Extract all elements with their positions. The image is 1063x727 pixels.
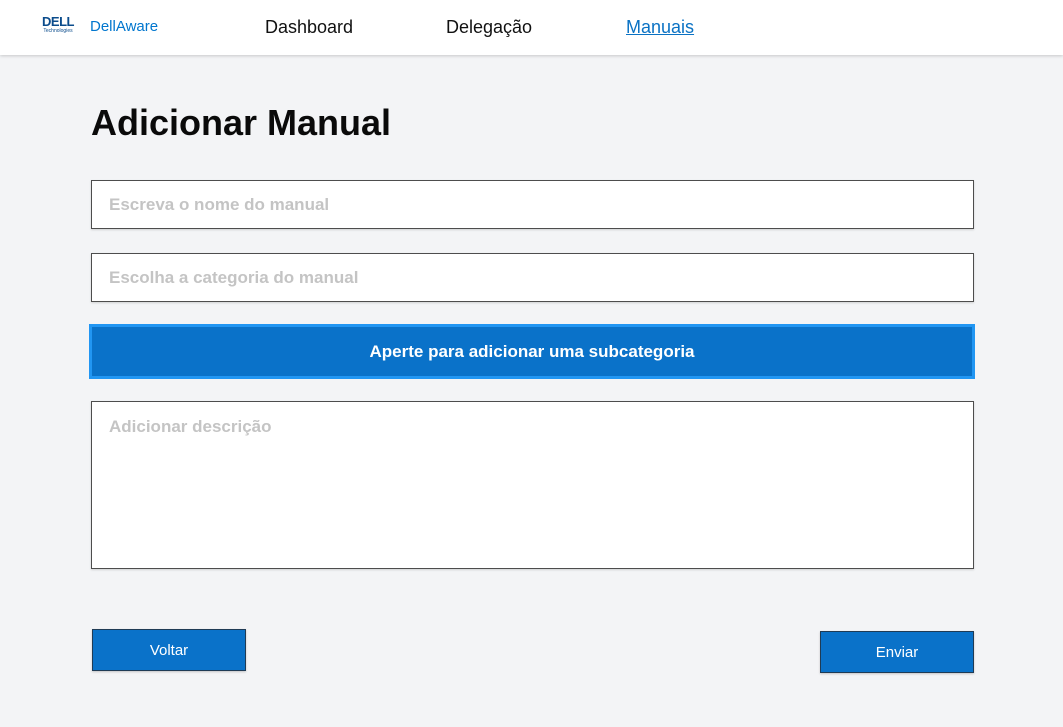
add-subcategory-button[interactable]: Aperte para adicionar uma subcategoria (89, 324, 975, 379)
back-button[interactable]: Voltar (92, 629, 246, 671)
page-title: Adicionar Manual (91, 102, 392, 143)
description-textarea[interactable] (91, 401, 974, 569)
manual-category-input[interactable] (91, 253, 974, 302)
nav-link-manuais[interactable]: Manuais (626, 17, 694, 38)
send-button[interactable]: Enviar (820, 631, 974, 673)
manual-name-input[interactable] (91, 180, 974, 229)
top-navigation-bar: DELL Technologies DellAware Dashboard De… (0, 0, 1063, 55)
logo-subtext: Technologies (43, 28, 73, 34)
nav-link-dashboard[interactable]: Dashboard (265, 17, 353, 38)
logo-wordmark: DELL (42, 14, 74, 29)
dell-technologies-logo[interactable]: DELL Technologies (39, 15, 77, 34)
nav-link-delegacao[interactable]: Delegação (446, 17, 532, 38)
app-name: DellAware (90, 18, 159, 35)
